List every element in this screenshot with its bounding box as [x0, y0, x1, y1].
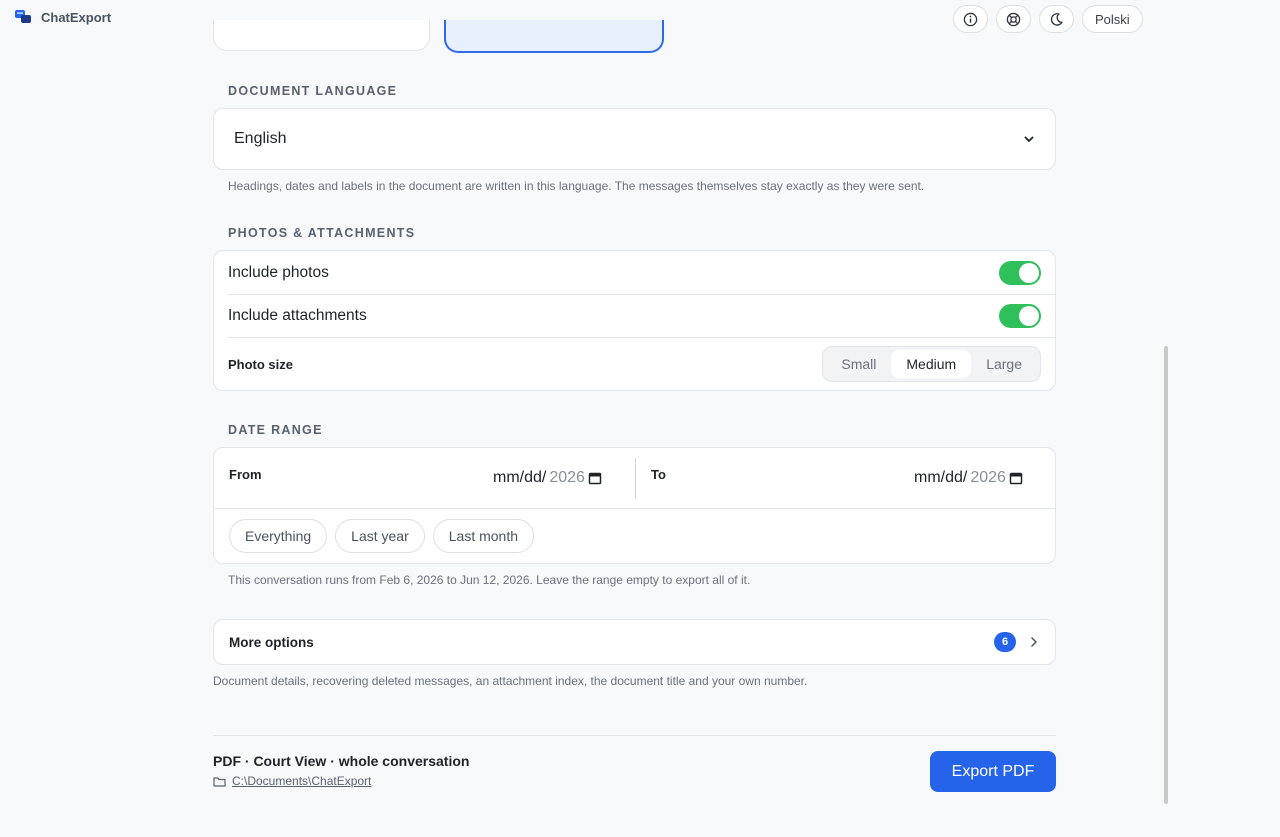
preset-last-year-button[interactable]: Last year: [335, 519, 425, 553]
brand: ChatExport: [15, 9, 111, 26]
to-date-year: 2026: [970, 469, 1006, 486]
document-language-hint: Headings, dates and labels in the docume…: [228, 179, 925, 193]
from-date-input[interactable]: mm/dd/2026: [493, 469, 602, 487]
more-options-label: More options: [229, 634, 314, 650]
more-options-hint: Document details, recovering deleted mes…: [213, 674, 808, 688]
chevron-right-icon: [1031, 637, 1037, 647]
photo-size-medium[interactable]: Medium: [891, 350, 972, 378]
chevron-down-icon: [1024, 136, 1034, 142]
export-summary: PDF · Court View · whole conversation: [213, 753, 470, 769]
info-button[interactable]: [953, 5, 988, 33]
photo-size-large[interactable]: Large: [971, 350, 1037, 378]
photo-size-row: Photo size Small Medium Large: [228, 346, 1041, 382]
to-label: To: [651, 467, 666, 482]
preset-everything-button[interactable]: Everything: [229, 519, 328, 553]
preset-last-month-button[interactable]: Last month: [432, 519, 535, 553]
calendar-icon[interactable]: [1009, 471, 1023, 485]
document-language-select[interactable]: English: [213, 108, 1056, 170]
photo-size-small[interactable]: Small: [826, 350, 891, 378]
date-range-hint: This conversation runs from Feb 6, 2026 …: [228, 573, 751, 587]
to-date-mmdd: mm/dd/: [914, 469, 968, 486]
folder-icon: [213, 776, 226, 787]
photo-size-segmented: Small Medium Large: [822, 346, 1041, 382]
app-name: ChatExport: [41, 10, 112, 25]
export-path-link[interactable]: C:\Documents\ChatExport: [232, 774, 371, 788]
include-attachments-row: Include attachments: [228, 303, 1041, 329]
chatexport-logo-icon: [15, 9, 32, 26]
export-path[interactable]: C:\Documents\ChatExport: [213, 774, 371, 788]
photo-size-label: Photo size: [228, 356, 294, 372]
view-option-card-selected[interactable]: [444, 20, 664, 53]
help-button[interactable]: [996, 5, 1031, 33]
from-date-mmdd: mm/dd/: [493, 469, 547, 486]
language-switch-button[interactable]: Polski: [1082, 5, 1143, 33]
photos-card: Include photos Include attachments Photo…: [213, 250, 1056, 391]
export-pdf-button[interactable]: Export PDF: [930, 751, 1056, 792]
include-photos-toggle[interactable]: [999, 261, 1041, 285]
theme-toggle-button[interactable]: [1039, 5, 1074, 33]
date-range-card: From mm/dd/2026 To mm/dd/2026 Everything…: [213, 447, 1056, 564]
calendar-icon[interactable]: [588, 471, 602, 485]
section-title-photos: PHOTOS & ATTACHMENTS: [228, 226, 416, 240]
section-title-document-language: DOCUMENT LANGUAGE: [228, 84, 398, 98]
include-attachments-label: Include attachments: [228, 307, 367, 324]
include-photos-label: Include photos: [228, 264, 329, 281]
include-attachments-toggle[interactable]: [999, 304, 1041, 328]
scrollbar[interactable]: [1164, 346, 1168, 804]
help-icon: [1006, 12, 1021, 26]
view-option-card[interactable]: [213, 20, 430, 51]
more-options-count-badge: 6: [994, 632, 1016, 652]
from-label: From: [229, 467, 262, 482]
from-date-year: 2026: [549, 469, 585, 486]
info-icon: [963, 12, 978, 26]
to-date-input[interactable]: mm/dd/2026: [914, 469, 1023, 487]
include-photos-row: Include photos: [228, 260, 1041, 286]
more-options-button[interactable]: More options 6: [213, 619, 1056, 665]
moon-icon: [1050, 12, 1063, 26]
section-title-date-range: DATE RANGE: [228, 423, 323, 437]
document-language-value: English: [234, 130, 287, 147]
